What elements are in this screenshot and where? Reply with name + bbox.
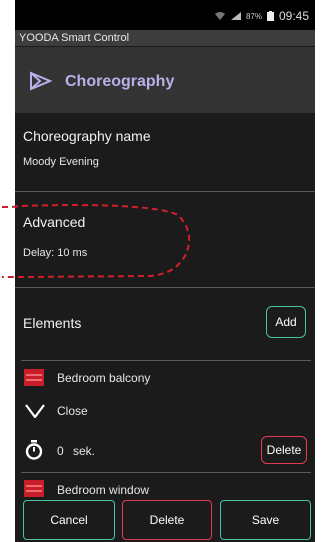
- choreography-name-label: Choreography name: [23, 128, 151, 144]
- add-element-button[interactable]: Add: [266, 306, 306, 338]
- page-title: Choreography: [65, 73, 175, 90]
- delay-value[interactable]: Delay: 10 ms: [23, 247, 87, 259]
- element-name[interactable]: Bedroom window: [57, 483, 149, 497]
- chevron-down-icon: [25, 404, 45, 418]
- play-outline-icon: [30, 71, 53, 91]
- delete-element-button[interactable]: Delete: [261, 436, 307, 464]
- element-action[interactable]: Close: [57, 404, 88, 418]
- advanced-toggle[interactable]: Advanced: [23, 214, 85, 230]
- divider: [15, 191, 315, 192]
- screen-header: Choreography: [15, 47, 315, 113]
- status-bar: 87% 09:45: [15, 0, 315, 30]
- cancel-button[interactable]: Cancel: [23, 500, 115, 540]
- wifi-icon: [214, 12, 225, 20]
- battery-percent: 87%: [245, 11, 262, 21]
- save-button[interactable]: Save: [220, 500, 311, 540]
- delete-button[interactable]: Delete: [122, 500, 212, 540]
- stopwatch-icon: [25, 440, 43, 460]
- signal-icon: [230, 12, 241, 20]
- clock: 09:45: [278, 9, 309, 23]
- battery-icon: [266, 10, 274, 21]
- phone-screen: 87% 09:45 YOODA Smart Control Choreograp…: [15, 0, 315, 542]
- divider: [21, 472, 311, 473]
- divider: [15, 287, 315, 288]
- blinds-icon: [24, 369, 44, 386]
- blinds-icon: [24, 480, 44, 497]
- choreography-name-field[interactable]: Moody Evening: [23, 156, 99, 168]
- timer-unit: sek.: [73, 444, 96, 458]
- element-name[interactable]: Bedroom balcony: [57, 371, 150, 385]
- divider: [21, 360, 311, 361]
- elements-title: Elements: [23, 315, 82, 331]
- timer-value[interactable]: 0: [57, 444, 64, 458]
- app-title-bar: YOODA Smart Control: [15, 30, 315, 46]
